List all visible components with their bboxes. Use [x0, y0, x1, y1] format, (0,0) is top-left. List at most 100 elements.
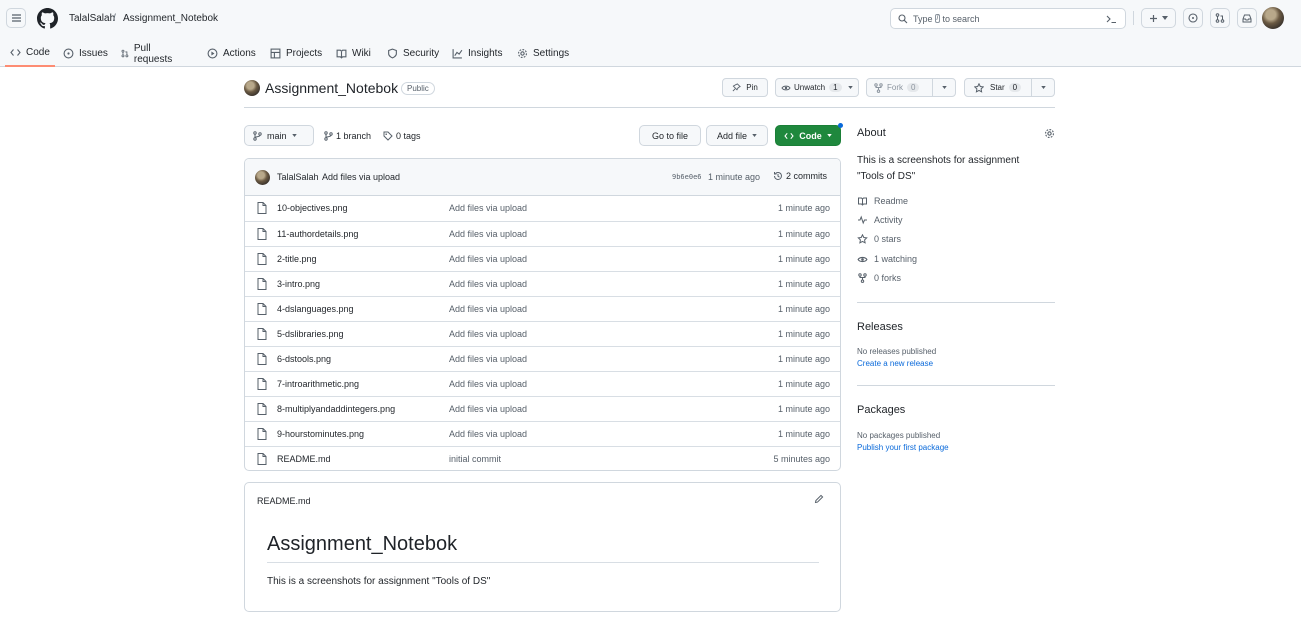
- file-list: TalalSalah Add files via upload 9b6e0e6 …: [244, 158, 841, 471]
- file-commit-message[interactable]: Add files via upload: [449, 429, 527, 439]
- search-placeholder-suffix: to search: [942, 13, 980, 24]
- file-name[interactable]: 4-dslanguages.png: [277, 304, 354, 314]
- file-commit-message[interactable]: Add files via upload: [449, 254, 527, 264]
- file-commit-message[interactable]: Add files via upload: [449, 354, 527, 364]
- star-button[interactable]: Star 0: [964, 78, 1032, 97]
- about-watching[interactable]: 1 watching: [857, 254, 917, 264]
- fork-button[interactable]: Fork 0: [866, 78, 933, 97]
- visibility-badge: Public: [401, 82, 435, 95]
- file-commit-message[interactable]: Add files via upload: [449, 404, 527, 414]
- command-palette-icon[interactable]: [1106, 14, 1117, 24]
- commit-author[interactable]: TalalSalah: [277, 172, 319, 182]
- file-row[interactable]: 5-dslibraries.png Add files via upload 1 m…: [245, 321, 840, 346]
- file-commit-message[interactable]: Add files via upload: [449, 279, 527, 289]
- file-name[interactable]: 8-multiplyandaddintegers.png: [277, 404, 395, 414]
- branches-link[interactable]: 1 branch: [324, 131, 371, 141]
- tab-pull-requests[interactable]: Pull requests: [121, 40, 175, 67]
- file-commit-message[interactable]: Add files via upload: [449, 304, 527, 314]
- tab-issues[interactable]: Issues: [63, 40, 108, 67]
- code-button[interactable]: Code: [775, 125, 841, 146]
- menu-button[interactable]: [6, 8, 26, 28]
- about-forks[interactable]: 0 forks: [857, 273, 901, 283]
- tab-actions[interactable]: Actions: [207, 40, 256, 67]
- issues-button[interactable]: [1183, 8, 1203, 28]
- tab-code[interactable]: Code: [5, 40, 55, 67]
- file-name[interactable]: 10-objectives.png: [277, 203, 348, 213]
- file-row[interactable]: 3-intro.png Add files via upload 1 minute …: [245, 271, 840, 296]
- branch-selector[interactable]: main: [244, 125, 314, 146]
- fork-dropdown-button[interactable]: [932, 78, 956, 97]
- file-row[interactable]: 4-dslanguages.png Add files via upload 1 m…: [245, 296, 840, 321]
- repo-owner-avatar[interactable]: [244, 80, 260, 96]
- gear-icon[interactable]: [1044, 128, 1055, 139]
- file-name[interactable]: 6-dstools.png: [277, 354, 331, 364]
- file-name[interactable]: 5-dslibraries.png: [277, 329, 344, 339]
- file-name[interactable]: 11-authordetails.png: [277, 229, 358, 239]
- file-name[interactable]: 7-introarithmetic.png: [277, 379, 359, 389]
- tab-wiki[interactable]: Wiki: [336, 40, 371, 67]
- file-age: 1 minute ago: [777, 229, 830, 239]
- tab-settings[interactable]: Settings: [517, 40, 569, 67]
- search-input[interactable]: Type / to search: [890, 8, 1126, 29]
- table-icon: [270, 48, 281, 59]
- tab-projects[interactable]: Projects: [270, 40, 322, 67]
- file-row[interactable]: 9-hourstominutes.png Add files via upload…: [245, 421, 840, 446]
- file-row[interactable]: 8-multiplyandaddintegers.png Add files vi…: [245, 396, 840, 421]
- commit-time: 1 minute ago: [708, 172, 761, 182]
- add-file-button[interactable]: Add file: [706, 125, 768, 146]
- tab-label: Security: [403, 48, 440, 59]
- releases-title[interactable]: Releases: [857, 321, 903, 333]
- file-commit-message[interactable]: Add files via upload: [449, 379, 527, 389]
- file-name[interactable]: README.md: [277, 454, 331, 464]
- file-age: 5 minutes ago: [773, 454, 830, 464]
- commit-message[interactable]: Add files via upload: [322, 172, 400, 182]
- pin-icon: [732, 83, 742, 92]
- about-activity[interactable]: Activity: [857, 215, 903, 225]
- breadcrumb-owner[interactable]: TalalSalah: [69, 13, 115, 24]
- file-commit-message[interactable]: initial commit: [449, 454, 501, 464]
- file-commit-message[interactable]: Add files via upload: [449, 203, 527, 213]
- file-row[interactable]: 7-introarithmetic.png Add files via uploa…: [245, 371, 840, 396]
- code-icon: [784, 132, 794, 139]
- pull-requests-button[interactable]: [1210, 8, 1230, 28]
- file-commit-message[interactable]: Add files via upload: [449, 329, 527, 339]
- readme-heading-rule: [267, 562, 819, 563]
- user-avatar[interactable]: [1262, 7, 1284, 29]
- file-name[interactable]: 3-intro.png: [277, 279, 320, 289]
- pencil-icon[interactable]: [814, 494, 824, 504]
- file-row[interactable]: 6-dstools.png Add files via upload 1 minut…: [245, 346, 840, 371]
- create-release-link[interactable]: Create a new release: [857, 359, 933, 368]
- file-name[interactable]: 9-hourstominutes.png: [277, 429, 364, 439]
- search-shortcut-key: /: [934, 14, 941, 23]
- fork-label: Fork: [887, 83, 903, 92]
- star-dropdown-button[interactable]: [1031, 78, 1055, 97]
- file-row[interactable]: 11-authordetails.png Add files via upload…: [245, 221, 840, 246]
- go-to-file-button[interactable]: Go to file: [639, 125, 701, 146]
- repo-title[interactable]: Assignment_Notebok: [265, 80, 398, 96]
- pull-request-icon: [121, 49, 129, 58]
- readme-filename[interactable]: README.md: [257, 496, 311, 506]
- file-commit-message[interactable]: Add files via upload: [449, 229, 527, 239]
- create-new-button[interactable]: [1141, 8, 1176, 28]
- caret-down-icon: [1162, 16, 1168, 20]
- about-readme[interactable]: Readme: [857, 196, 908, 206]
- file-row[interactable]: 2-title.png Add files via upload 1 minute …: [245, 246, 840, 271]
- commits-link[interactable]: 2 commits: [773, 171, 827, 181]
- tab-security[interactable]: Security: [387, 40, 439, 67]
- file-row[interactable]: README.md initial commit 5 minutes ago: [245, 446, 840, 470]
- about-stars[interactable]: 0 stars: [857, 234, 901, 244]
- tab-insights[interactable]: Insights: [452, 40, 502, 67]
- pin-button[interactable]: Pin: [722, 78, 768, 97]
- file-name[interactable]: 2-title.png: [277, 254, 317, 264]
- breadcrumb-repo[interactable]: Assignment_Notebok: [123, 13, 218, 24]
- github-logo-icon[interactable]: [37, 8, 58, 29]
- publish-package-link[interactable]: Publish your first package: [857, 443, 949, 452]
- commit-hash[interactable]: 9b6e0e6: [672, 173, 702, 181]
- file-row[interactable]: 10-objectives.png Add files via upload 1 m…: [245, 196, 840, 221]
- about-title: About: [857, 127, 886, 139]
- tags-link[interactable]: 0 tags: [383, 131, 421, 141]
- unwatch-button[interactable]: Unwatch 1: [775, 78, 859, 97]
- commit-author-avatar[interactable]: [255, 170, 270, 185]
- inbox-button[interactable]: [1237, 8, 1257, 28]
- packages-title[interactable]: Packages: [857, 404, 905, 416]
